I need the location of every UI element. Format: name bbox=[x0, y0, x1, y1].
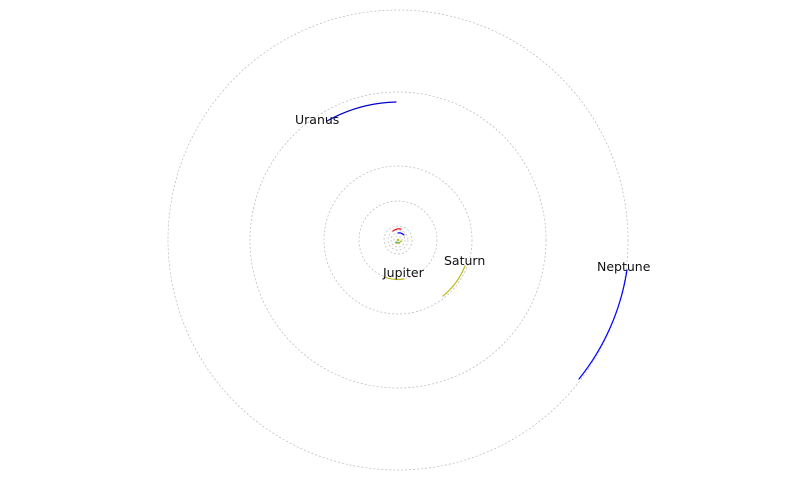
planet-labels: Uranus Saturn Jupiter Neptune bbox=[295, 112, 651, 280]
trail-earth bbox=[397, 232, 405, 236]
label-neptune: Neptune bbox=[597, 259, 651, 274]
solar-system-diagram: Uranus Saturn Jupiter Neptune bbox=[167, 9, 651, 471]
label-uranus: Uranus bbox=[295, 112, 339, 127]
trail-saturn bbox=[442, 265, 466, 297]
label-jupiter: Jupiter bbox=[382, 265, 425, 280]
sun-dot bbox=[396, 238, 400, 242]
trail-neptune bbox=[578, 269, 628, 380]
label-saturn: Saturn bbox=[444, 253, 485, 268]
planet-trails bbox=[326, 101, 628, 380]
